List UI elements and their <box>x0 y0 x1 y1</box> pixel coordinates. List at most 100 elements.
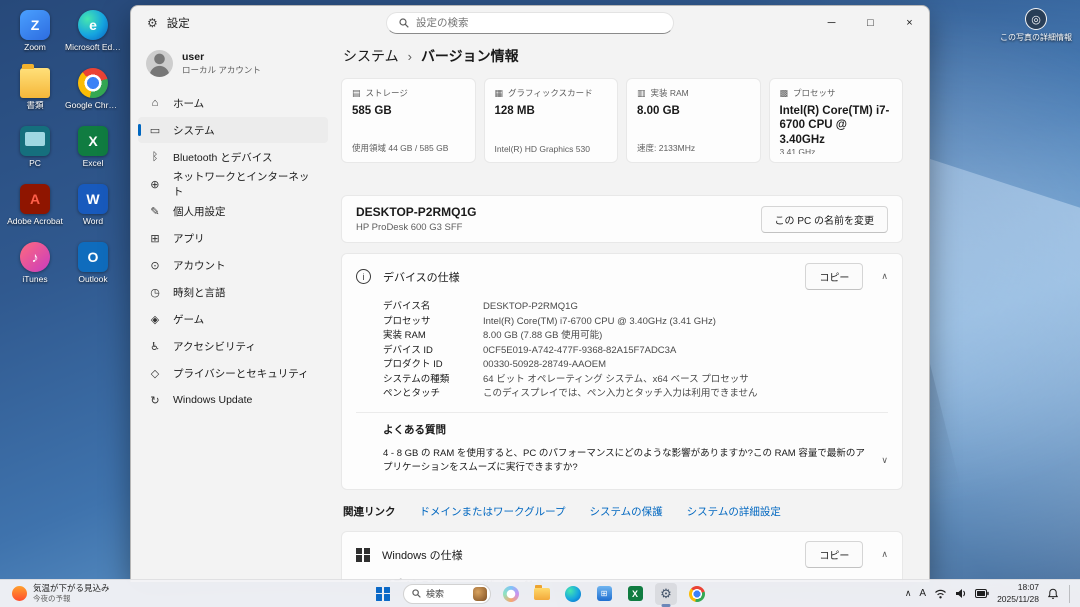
avatar <box>146 50 173 77</box>
desktop-icon-chrome[interactable]: Google Chrome <box>64 64 122 122</box>
volume-icon[interactable] <box>955 588 967 599</box>
close-button[interactable]: × <box>890 6 929 40</box>
link-advanced-system-settings[interactable]: システムの詳細設定 <box>687 504 781 519</box>
desktop-icon-word[interactable]: W Word <box>64 180 122 238</box>
time-language-icon: ◷ <box>148 286 162 299</box>
spec-label: ペンとタッチ <box>383 387 483 402</box>
spec-row: プロダクト ID 00330-50928-28749-AAOEM <box>383 358 888 373</box>
sidebar-item-gaming[interactable]: ◈ ゲーム <box>138 306 328 332</box>
device-specs-title: デバイスの仕様 <box>383 269 460 285</box>
sidebar-item-label: プライバシーとセキュリティ <box>173 366 309 381</box>
stat-value: 8.00 GB <box>637 104 750 118</box>
desktop-icon-edge[interactable]: e Microsoft Edge <box>64 6 122 64</box>
device-specs-card: i デバイスの仕様 コピー ∧ デバイス名 DESKTOP-P2RMQ1G プロ… <box>341 253 903 490</box>
stat-label: ストレージ <box>366 87 408 99</box>
maximize-button[interactable]: □ <box>851 6 890 40</box>
taskbar-file-explorer-button[interactable] <box>531 583 553 605</box>
sidebar-item-windows-update[interactable]: ↻ Windows Update <box>138 387 328 413</box>
stat-footer: 使用領域 44 GB / 585 GB <box>352 142 465 154</box>
accessibility-icon: ♿ <box>148 340 162 353</box>
account-card[interactable]: user ローカル アカウント <box>138 42 328 90</box>
taskbar-excel-button[interactable]: X <box>624 583 646 605</box>
sidebar-nav: ⌂ ホーム ▭ システム ᛒ Bluetooth とデバイス ⊕ ネットワークと… <box>138 90 328 413</box>
ime-indicator[interactable]: A <box>919 588 926 599</box>
spotlight-widget[interactable]: ◎ この写真の詳細情報 <box>1000 8 1072 43</box>
chevron-up-icon[interactable]: ∧ <box>881 271 888 282</box>
bluetooth-icon: ᛒ <box>148 151 162 163</box>
spec-value: 64 ビット オペレーティング システム、x64 ベース プロセッサ <box>483 373 749 388</box>
sidebar-item-apps[interactable]: ⊞ アプリ <box>138 225 328 251</box>
settings-content: システム › バージョン情報 ▤ストレージ 585 GB 使用領域 44 GB … <box>335 40 929 582</box>
desktop-icon-folder[interactable]: 書類 <box>6 64 64 122</box>
desktop-icon-zoom[interactable]: Z Zoom <box>6 6 64 64</box>
windows-specs-header[interactable]: Windows の仕様 コピー ∧ <box>342 532 902 577</box>
desktop-icon-acrobat[interactable]: A Adobe Acrobat <box>6 180 64 238</box>
copy-device-specs-button[interactable]: コピー <box>805 263 863 290</box>
system-tray: ∧ A 18:07 2025/11/28 <box>901 580 1076 607</box>
account-name: user <box>182 51 261 64</box>
stat-card-storage: ▤ストレージ 585 GB 使用領域 44 GB / 585 GB <box>341 78 476 163</box>
spec-label: プロセッサ <box>383 315 483 330</box>
show-desktop-button[interactable] <box>1069 585 1072 603</box>
sidebar-item-time-language[interactable]: ◷ 時刻と言語 <box>138 279 328 305</box>
settings-search-input[interactable] <box>416 17 661 29</box>
wifi-icon[interactable] <box>934 588 947 599</box>
sidebar-item-bluetooth-devices[interactable]: ᛒ Bluetooth とデバイス <box>138 144 328 170</box>
sidebar-item-label: ホーム <box>173 96 204 111</box>
spec-row: システムの種類 64 ビット オペレーティング システム、x64 ベース プロセ… <box>383 373 888 388</box>
minimize-button[interactable]: ─ <box>812 6 851 40</box>
taskbar-store-button[interactable]: ⊞ <box>593 583 615 605</box>
breadcrumb-system[interactable]: システム <box>343 46 399 66</box>
taskbar-search-box[interactable]: 検索 <box>403 584 491 604</box>
sidebar-item-label: ゲーム <box>173 312 204 327</box>
desktop-icon-excel[interactable]: X Excel <box>64 122 122 180</box>
network-icon: ⊕ <box>148 178 162 191</box>
taskbar-clock[interactable]: 18:07 2025/11/28 <box>997 582 1039 604</box>
faq-title: よくある質問 <box>383 422 888 437</box>
spec-row: プロセッサ Intel(R) Core(TM) i7-6700 CPU @ 3.… <box>383 315 888 330</box>
tray-date: 2025/11/28 <box>997 594 1039 605</box>
copy-windows-specs-button[interactable]: コピー <box>805 541 863 568</box>
store-icon: ⊞ <box>597 586 612 601</box>
word-icon: W <box>78 184 108 214</box>
sidebar-item-accessibility[interactable]: ♿ アクセシビリティ <box>138 333 328 359</box>
faq-question-row[interactable]: 4 - 8 GB の RAM を使用すると、PC のパフォーマンスにどのような影… <box>383 445 888 478</box>
device-specs-body: デバイス名 DESKTOP-P2RMQ1G プロセッサ Intel(R) Cor… <box>342 299 902 489</box>
desktop-icon-pc[interactable]: PC <box>6 122 64 180</box>
sidebar-item-personalization[interactable]: ✎ 個人用設定 <box>138 198 328 224</box>
taskbar-edge-button[interactable] <box>562 583 584 605</box>
link-domain-workgroup[interactable]: ドメインまたはワークグループ <box>420 504 566 519</box>
link-system-protection[interactable]: システムの保護 <box>589 504 662 519</box>
desktop-icon-outlook[interactable]: O Outlook <box>64 238 122 296</box>
stat-cards: ▤ストレージ 585 GB 使用領域 44 GB / 585 GB ▦グラフィッ… <box>341 78 903 163</box>
desktop-icon-label: Excel <box>65 159 121 169</box>
taskbar-chrome-button[interactable] <box>686 583 708 605</box>
sidebar-item-accounts[interactable]: ⊙ アカウント <box>138 252 328 278</box>
windows-update-icon: ↻ <box>148 394 162 407</box>
settings-search-box[interactable] <box>386 12 674 34</box>
desktop-icon-itunes[interactable]: ♪ iTunes <box>6 238 64 296</box>
notification-bell-icon[interactable] <box>1047 588 1059 600</box>
spec-value: 8.00 GB (7.88 GB 使用可能) <box>483 329 602 344</box>
rename-pc-button[interactable]: この PC の名前を変更 <box>761 206 888 233</box>
personalization-icon: ✎ <box>148 205 162 218</box>
spec-value: このディスプレイでは、ペン入力とタッチ入力は利用できません <box>483 387 758 402</box>
pc-icon <box>20 126 50 156</box>
sidebar-item-home[interactable]: ⌂ ホーム <box>138 90 328 116</box>
desktop-icon-label: Microsoft Edge <box>65 43 121 53</box>
device-specs-header[interactable]: i デバイスの仕様 コピー ∧ <box>342 254 902 299</box>
sidebar-item-privacy[interactable]: ◇ プライバシーとセキュリティ <box>138 360 328 386</box>
search-highlight-image <box>473 587 487 601</box>
weather-widget-button[interactable]: 気温が下がる見込み 今夜の予報 <box>4 582 118 605</box>
battery-icon[interactable] <box>975 589 989 598</box>
taskbar-copilot-button[interactable] <box>500 583 522 605</box>
sidebar-item-network[interactable]: ⊕ ネットワークとインターネット <box>138 171 328 197</box>
spec-row: 実装 RAM 8.00 GB (7.88 GB 使用可能) <box>383 329 888 344</box>
stat-value: 128 MB <box>495 104 608 118</box>
sidebar-item-system[interactable]: ▭ システム <box>138 117 328 143</box>
related-links-label: 関連リンク <box>343 504 396 519</box>
tray-overflow-chevron-icon[interactable]: ∧ <box>905 588 912 599</box>
start-button[interactable] <box>372 583 394 605</box>
taskbar-settings-button[interactable]: ⚙ <box>655 583 677 605</box>
chevron-up-icon[interactable]: ∧ <box>881 549 888 560</box>
